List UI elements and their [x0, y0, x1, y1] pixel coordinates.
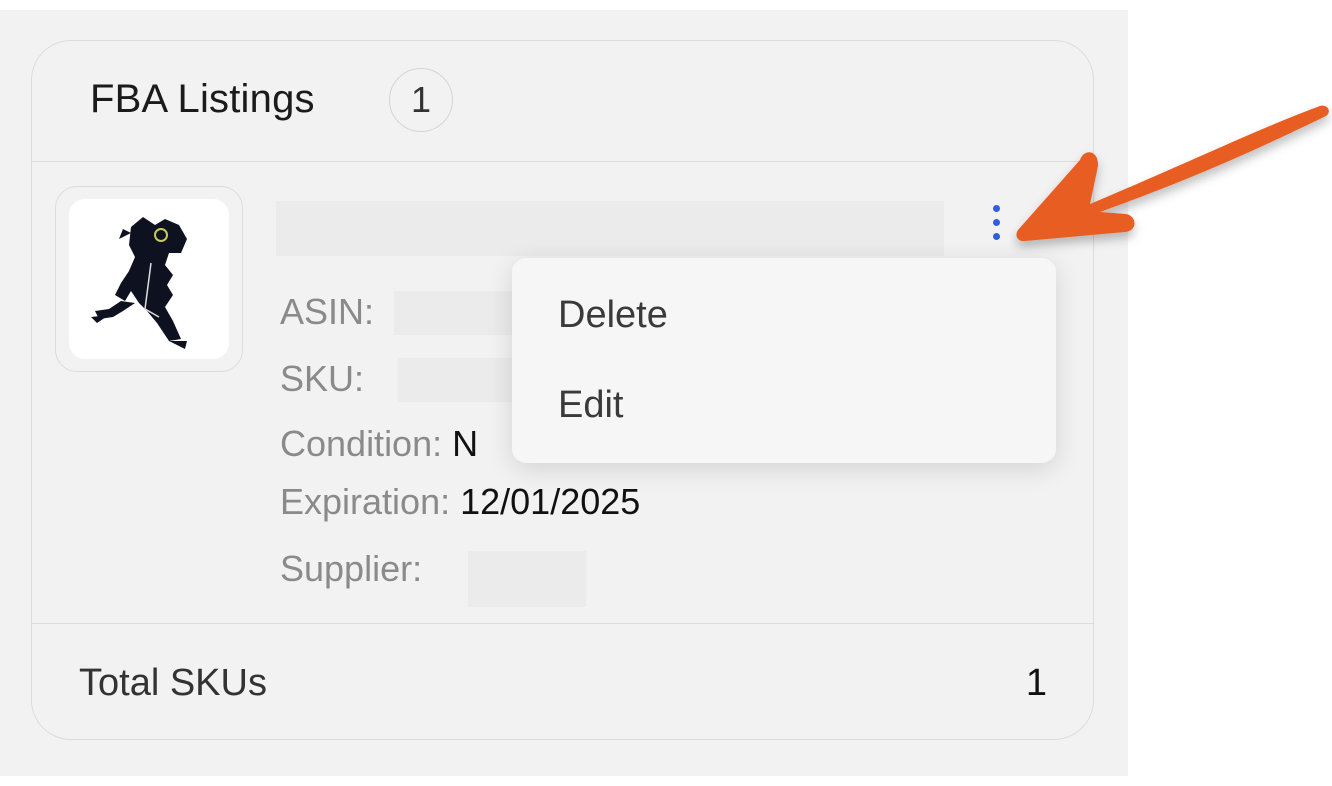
condition-label: Condition:: [280, 423, 443, 464]
supplier-label: Supplier:: [280, 548, 423, 589]
asin-redacted: [394, 291, 514, 335]
edit-menu-item[interactable]: Edit: [558, 384, 623, 427]
condition-value: N: [452, 423, 479, 464]
annotation-arrow-icon: [1016, 105, 1329, 242]
card-header: FBA Listings 1: [32, 41, 1093, 162]
sku-label: SKU:: [280, 358, 365, 399]
expiration-label: Expiration:: [280, 481, 451, 522]
asin-row: ASIN:: [280, 291, 374, 333]
plush-toy-image: [91, 217, 187, 349]
kebab-menu-icon[interactable]: [983, 201, 1011, 245]
sku-row: SKU:: [280, 358, 364, 400]
sku-redacted: [398, 358, 514, 402]
count-badge: 1: [389, 68, 453, 132]
asin-label: ASIN:: [280, 291, 375, 332]
listing-actions-menu: Delete Edit: [512, 258, 1056, 463]
product-image: [69, 199, 229, 359]
total-skus-value: 1: [1025, 662, 1047, 704]
product-thumbnail[interactable]: [55, 186, 243, 372]
expiration-row: Expiration: 12/01/2025: [280, 481, 640, 523]
delete-menu-item[interactable]: Delete: [558, 294, 668, 337]
total-skus-label: Total SKUs: [79, 662, 267, 704]
product-title-redacted: [276, 201, 944, 256]
expiration-value: 12/01/2025: [460, 481, 641, 522]
card-footer: Total SKUs 1: [32, 623, 1093, 739]
supplier-redacted: [468, 551, 586, 607]
condition-row: Condition: N: [280, 423, 478, 465]
supplier-row: Supplier:: [280, 548, 422, 590]
page-title: FBA Listings: [90, 77, 315, 121]
